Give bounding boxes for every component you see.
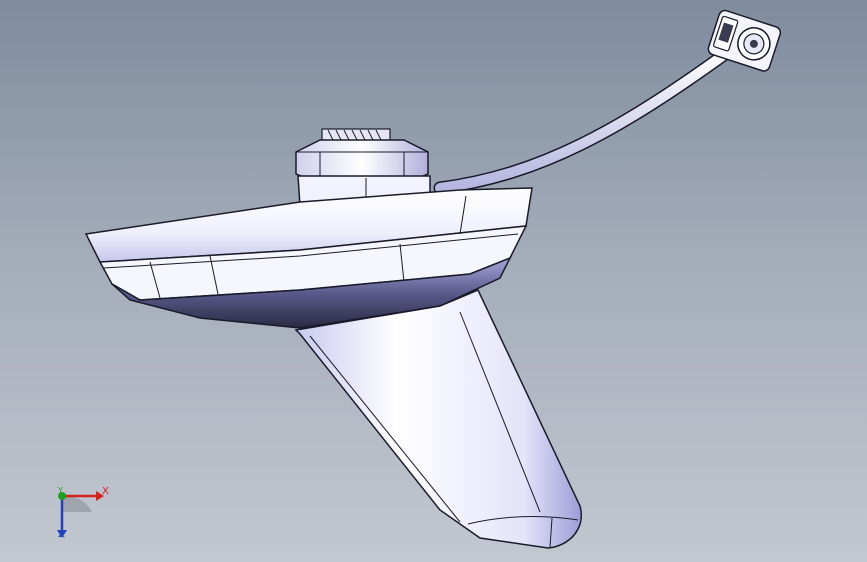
cable	[433, 45, 735, 195]
cable-fill	[435, 47, 733, 193]
transducer-3d-model[interactable]	[0, 0, 867, 562]
y-axis-label: Y	[58, 486, 63, 495]
graphics-viewport[interactable]: X Y Z	[0, 0, 867, 562]
z-axis-label: Z	[58, 529, 65, 540]
x-axis-label: X	[102, 486, 109, 497]
coordinate-triad: X Y Z	[50, 484, 120, 544]
